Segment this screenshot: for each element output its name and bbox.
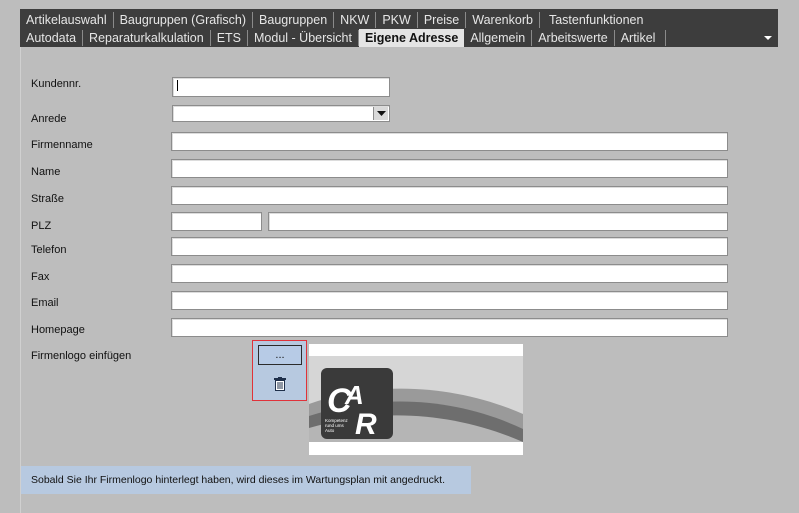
chevron-down-icon[interactable]: [761, 31, 775, 45]
info-message: Sobald Sie Ihr Firmenlogo hinterlegt hab…: [21, 466, 471, 494]
ort-field[interactable]: [268, 212, 728, 232]
svg-text:R: R: [355, 408, 377, 441]
tab-autodata[interactable]: Autodata: [20, 30, 84, 46]
plz-input[interactable]: [172, 214, 261, 232]
plz-field[interactable]: [171, 212, 262, 232]
browse-logo-button[interactable]: ...: [258, 345, 302, 365]
email-input[interactable]: [172, 293, 727, 311]
name-field[interactable]: [171, 159, 728, 179]
anrede-label: Anrede: [31, 113, 67, 125]
dropdown-arrow-icon[interactable]: [373, 107, 388, 120]
fax-input[interactable]: [172, 266, 727, 284]
text-cursor: [177, 80, 178, 91]
email-label: Email: [31, 297, 59, 309]
tab-row-1: Artikelauswahl Baugruppen (Grafisch) Bau…: [20, 11, 649, 29]
homepage-field[interactable]: [171, 318, 728, 338]
trash-icon[interactable]: [274, 377, 286, 391]
strasse-field[interactable]: [171, 186, 728, 206]
homepage-input[interactable]: [172, 320, 727, 338]
tab-artikelauswahl[interactable]: Artikelauswahl: [20, 12, 114, 28]
telefon-field[interactable]: [171, 237, 728, 257]
fax-field[interactable]: [171, 264, 728, 284]
tab-row-2: Autodata Reparaturkalkulation ETS Modul …: [20, 29, 666, 47]
svg-text:Auto: Auto: [325, 428, 335, 433]
email-field[interactable]: [171, 291, 728, 311]
tab-preise[interactable]: Preise: [418, 12, 467, 28]
tab-allgemein[interactable]: Allgemein: [464, 30, 533, 46]
fax-label: Fax: [31, 271, 50, 283]
plz-label: PLZ: [31, 220, 52, 232]
chevron-down-icon: [376, 110, 386, 116]
tab-eigene-adresse[interactable]: Eigene Adresse: [358, 29, 465, 47]
telefon-input[interactable]: [172, 239, 727, 257]
telefon-label: Telefon: [31, 244, 67, 256]
kundennr-field[interactable]: [172, 77, 390, 97]
tab-arbeitswerte[interactable]: Arbeitswerte: [532, 30, 615, 46]
strasse-input[interactable]: [172, 188, 727, 206]
tab-reparaturkalkulation[interactable]: Reparaturkalkulation: [83, 30, 211, 46]
car-logo: C A R Kompetenz rund ums Auto: [309, 356, 523, 442]
firmenname-label: Firmenname: [31, 139, 93, 151]
tab-ets[interactable]: ETS: [211, 30, 249, 46]
tab-warenkorb[interactable]: Warenkorb: [466, 12, 540, 28]
svg-text:A: A: [344, 380, 364, 410]
tab-baugruppen-grafisch[interactable]: Baugruppen (Grafisch): [114, 12, 254, 28]
homepage-label: Homepage: [31, 324, 85, 336]
anrede-select[interactable]: [172, 105, 390, 122]
name-label: Name: [31, 166, 61, 178]
tab-bar: Artikelauswahl Baugruppen (Grafisch) Bau…: [20, 9, 778, 47]
tab-baugruppen[interactable]: Baugruppen: [253, 12, 335, 28]
kundennr-input[interactable]: [173, 79, 389, 97]
tab-modul-uebersicht[interactable]: Modul - Übersicht: [248, 30, 359, 46]
kundennr-label: Kundennr.: [31, 78, 82, 90]
tab-pkw[interactable]: PKW: [376, 12, 418, 28]
strasse-label: Straße: [31, 193, 65, 205]
tab-artikel[interactable]: Artikel: [615, 30, 666, 46]
firmenlogo-label: Firmenlogo einfügen: [31, 350, 132, 362]
firmenname-input[interactable]: [172, 134, 727, 152]
firmenname-field[interactable]: [171, 132, 728, 152]
ort-input[interactable]: [269, 214, 727, 232]
tab-nkw[interactable]: NKW: [334, 12, 377, 28]
logo-controls: ...: [252, 340, 307, 401]
app-window: Artikelauswahl Baugruppen (Grafisch) Bau…: [0, 0, 799, 513]
logo-preview: C A R Kompetenz rund ums Auto: [309, 344, 523, 455]
tab-tastenfunktionen[interactable]: Tastenfunktionen: [540, 12, 650, 28]
name-input[interactable]: [172, 161, 727, 179]
